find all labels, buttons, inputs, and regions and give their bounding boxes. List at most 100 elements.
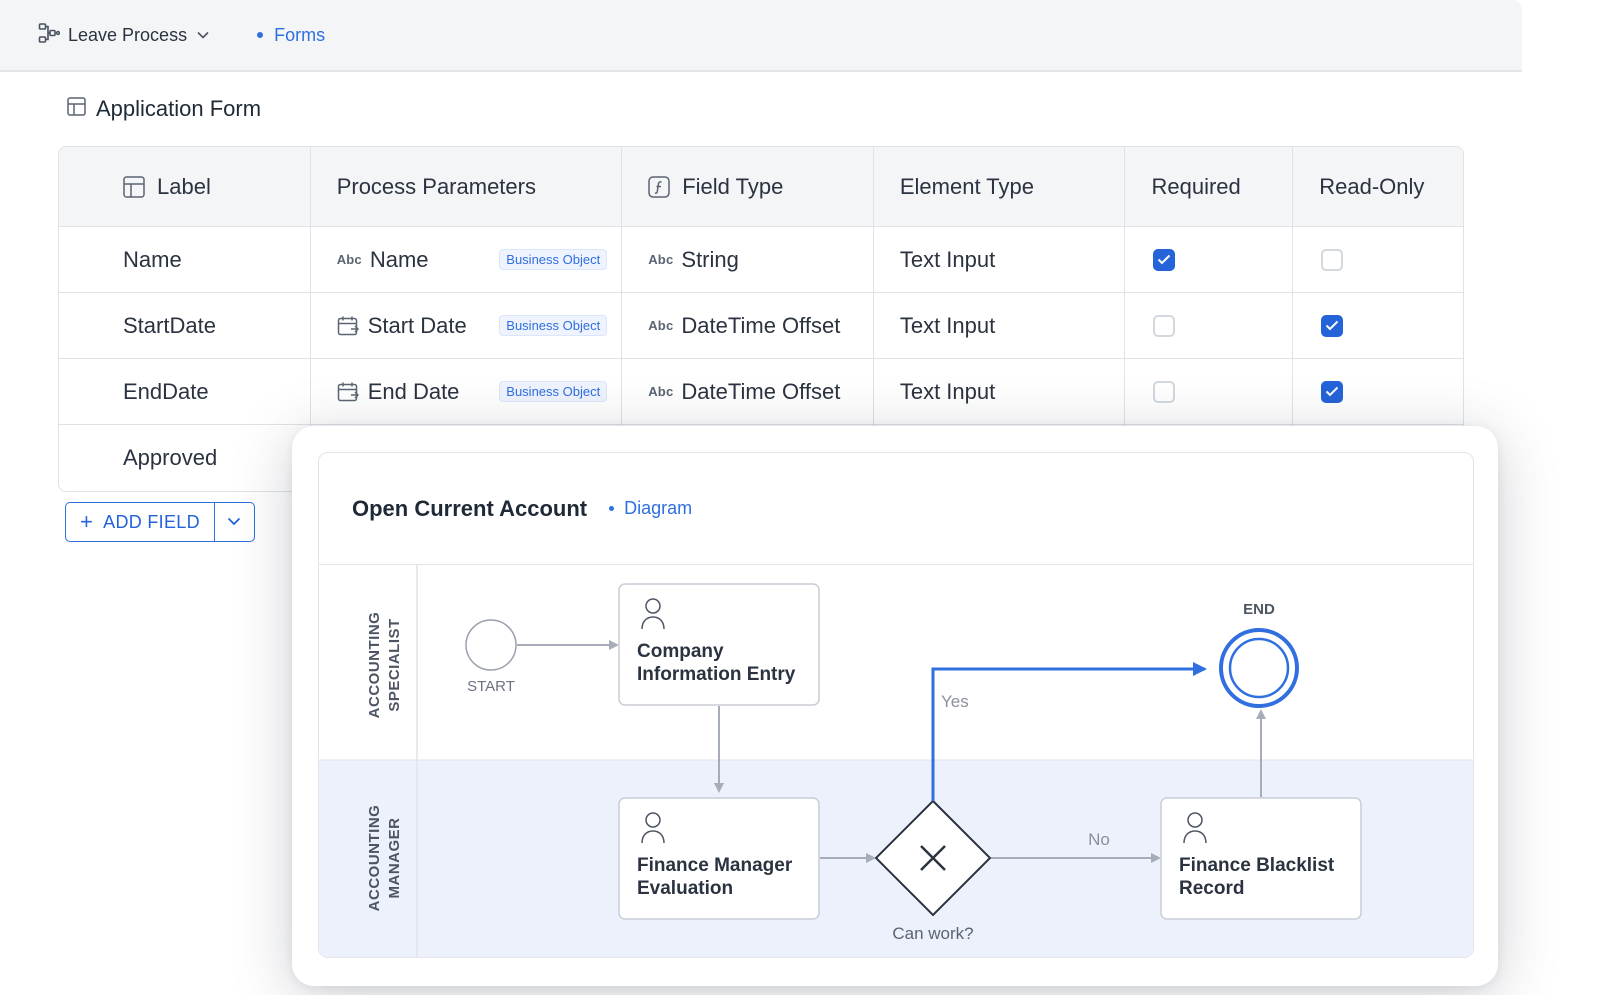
cell-required (1125, 359, 1294, 424)
breadcrumb-label: Diagram (624, 498, 693, 518)
field-type-text: DateTime Offset (681, 312, 841, 338)
cell-read-only (1293, 227, 1463, 292)
table-row[interactable]: EndDate End Date Business Object Abc Dat… (59, 359, 1463, 425)
column-header-process-parameters[interactable]: Process Parameters (311, 147, 623, 226)
cell-element-type: Text Input (874, 293, 1126, 358)
task-label-line1: Company (637, 641, 724, 662)
column-header-text: Label (157, 173, 211, 199)
end-label: END (1243, 601, 1275, 618)
gateway-label: Can work? (892, 924, 973, 943)
cell-field-type: Abc DateTime Offset (622, 293, 874, 358)
add-field-dropdown-button[interactable] (213, 503, 254, 541)
table-row[interactable]: Name Abc Name Business Object Abc String… (59, 227, 1463, 293)
process-label: Leave Process (68, 24, 188, 45)
add-field-split-button: + ADD FIELD (65, 502, 255, 542)
cell-element-type: Text Input (874, 359, 1126, 424)
calendar-icon (337, 315, 359, 337)
process-selector[interactable]: Leave Process (38, 22, 209, 49)
cell-label: EndDate (59, 359, 311, 424)
form-title-text: Application Form (96, 96, 262, 121)
parameter-name: Name (369, 246, 429, 272)
yes-label: Yes (941, 692, 969, 711)
task-label-line2: Record (1179, 878, 1244, 899)
breadcrumb-label: Forms (274, 24, 326, 45)
plus-icon: + (80, 509, 94, 534)
column-header-text: Process Parameters (336, 173, 536, 199)
parameter-name: End Date (367, 378, 460, 404)
read-only-checkbox[interactable] (1321, 380, 1344, 403)
bpmn-diagram: ACCOUNTING SPECIALIST ACCOUNTING MANAGER… (319, 565, 1473, 957)
task-label-line1: Finance Manager (637, 855, 793, 876)
abc-icon: Abc (336, 252, 362, 267)
column-header-text: Read-Only (1319, 173, 1425, 199)
field-type-text: String (681, 246, 739, 272)
diagram-header: Open Current Account Diagram (319, 453, 1473, 565)
process-flow-icon (38, 22, 61, 49)
breadcrumb-forms[interactable]: Forms (257, 25, 325, 46)
cell-process-parameter: Start Date Business Object (311, 293, 623, 358)
column-header-required[interactable]: Required (1125, 147, 1294, 226)
breadcrumb-dot (257, 32, 264, 38)
business-object-badge: Business Object (499, 249, 608, 270)
required-checkbox[interactable] (1153, 248, 1176, 271)
start-label: START (467, 678, 515, 695)
cell-label: StartDate (59, 293, 311, 358)
task-label-line1: Finance Blacklist (1179, 855, 1335, 876)
column-header-element-type[interactable]: Element Type (874, 147, 1126, 226)
required-checkbox[interactable] (1153, 380, 1176, 403)
add-field-label: ADD FIELD (103, 511, 200, 532)
task-label-line2: Evaluation (637, 878, 733, 899)
table-header-row: Label Process Parameters Field Type Elem… (59, 147, 1463, 227)
breadcrumb-diagram[interactable]: Diagram (609, 498, 692, 519)
lane-label-line2: MANAGER (386, 818, 403, 899)
lane-label-line2: SPECIALIST (386, 618, 403, 711)
start-event[interactable] (465, 619, 517, 671)
cell-required (1125, 227, 1294, 292)
required-checkbox[interactable] (1153, 314, 1176, 337)
business-object-badge: Business Object (499, 315, 608, 336)
cell-process-parameter: End Date Business Object (311, 359, 623, 424)
cell-process-parameter: Abc Name Business Object (311, 227, 623, 292)
cell-read-only (1293, 359, 1463, 424)
diagram-card: Open Current Account Diagram ACCOUNTING … (292, 426, 1498, 986)
cell-required (1125, 293, 1294, 358)
cell-element-type: Text Input (874, 227, 1126, 292)
abc-icon: Abc (648, 384, 674, 399)
chevron-down-icon (227, 513, 241, 531)
cell-field-type: Abc DateTime Offset (622, 359, 874, 424)
table-icon (123, 175, 145, 198)
diagram-panel: Open Current Account Diagram ACCOUNTING … (318, 452, 1474, 958)
field-type-text: DateTime Offset (681, 378, 841, 404)
cell-field-type: Abc String (622, 227, 874, 292)
lane-label-line1: ACCOUNTING (366, 805, 383, 912)
diagram-title: Open Current Account (352, 495, 588, 521)
chevron-down-icon (197, 26, 209, 44)
abc-icon: Abc (648, 318, 674, 333)
column-header-text: Field Type (682, 173, 784, 199)
no-label: No (1088, 830, 1110, 849)
parameter-name: Start Date (367, 312, 467, 338)
read-only-checkbox[interactable] (1321, 248, 1344, 271)
add-field-button[interactable]: + ADD FIELD (66, 503, 214, 541)
column-header-label[interactable]: Label (59, 147, 311, 226)
breadcrumb-dot (609, 506, 615, 511)
cell-label: Name (59, 227, 311, 292)
column-header-read-only[interactable]: Read-Only (1293, 147, 1463, 226)
task-label-line2: Information Entry (637, 664, 796, 685)
form-title: Application Form (67, 96, 261, 122)
table-row[interactable]: StartDate Start Date Business Object Abc… (59, 293, 1463, 359)
table-icon (67, 97, 86, 121)
column-header-text: Element Type (899, 173, 1034, 199)
function-icon (648, 175, 670, 198)
read-only-checkbox[interactable] (1321, 314, 1344, 337)
abc-icon: Abc (648, 252, 674, 267)
cell-label: Approved (59, 425, 311, 491)
business-object-badge: Business Object (499, 381, 608, 402)
lane-label-line1: ACCOUNTING (366, 612, 383, 719)
cell-read-only (1293, 293, 1463, 358)
end-event[interactable] (1219, 628, 1299, 708)
calendar-icon (337, 381, 359, 403)
top-bar: Leave Process Forms (0, 0, 1522, 72)
column-header-field-type[interactable]: Field Type (622, 147, 874, 226)
column-header-text: Required (1151, 173, 1241, 199)
